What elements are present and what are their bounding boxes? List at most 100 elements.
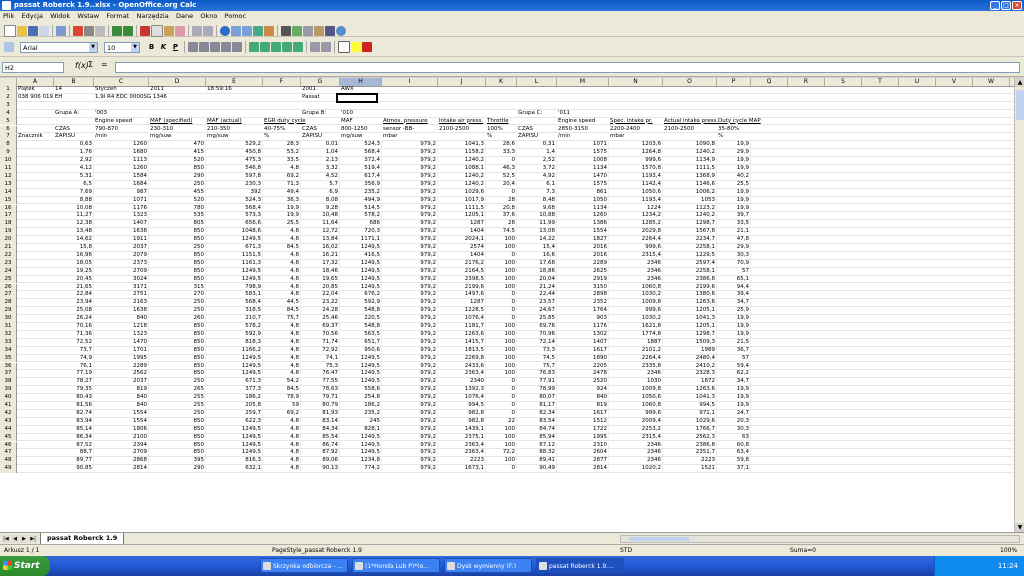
cell-j22[interactable]: 1404 <box>438 251 486 260</box>
cell-g28[interactable]: 23,22 <box>301 299 340 308</box>
cell-j38[interactable]: 2340 <box>438 378 486 387</box>
cell-h39[interactable]: 558,6 <box>340 386 382 395</box>
cell-i14[interactable]: 979,2 <box>382 188 438 197</box>
cell-i13[interactable]: 979,2 <box>382 180 438 189</box>
cell-k42[interactable]: 0 <box>486 409 517 418</box>
cell-i27[interactable]: 979,2 <box>382 291 438 300</box>
cell-l42[interactable]: 82,34 <box>517 409 557 418</box>
cell-d47[interactable]: 850 <box>149 449 206 458</box>
cell-m32[interactable]: 1302 <box>557 330 609 339</box>
cell-g34[interactable]: 72,92 <box>301 346 340 355</box>
cell-j8[interactable]: 1041,3 <box>438 141 486 150</box>
cell-k41[interactable]: 0 <box>486 402 517 410</box>
cell-c28[interactable]: 2163 <box>94 299 149 308</box>
cell-m43[interactable]: 1512 <box>557 417 609 426</box>
cell-c34[interactable]: 1701 <box>94 346 149 355</box>
cell-j18[interactable]: 1287 <box>438 220 486 229</box>
cell-h29[interactable]: 548,8 <box>340 307 382 316</box>
cell-o45[interactable]: 2562,3 <box>663 433 717 442</box>
cell-j49[interactable]: 1673,1 <box>438 465 486 474</box>
cell-d34[interactable]: 850 <box>149 346 206 355</box>
cell-k33[interactable]: 100 <box>486 338 517 347</box>
cell-k27[interactable]: 0 <box>486 291 517 300</box>
cell-f27[interactable]: 4,8 <box>263 291 301 300</box>
cell-h49[interactable]: 774,2 <box>340 465 382 474</box>
cell-k36[interactable]: 100 <box>486 362 517 371</box>
cell-h19[interactable]: 720,3 <box>340 228 382 237</box>
cell-e16[interactable]: 568,4 <box>206 204 263 213</box>
cell-e32[interactable]: 592,9 <box>206 330 263 339</box>
cell-k23[interactable]: 100 <box>486 259 517 268</box>
cell-b8[interactable]: 0,63 <box>54 141 94 150</box>
cell-h48[interactable]: 1234,8 <box>340 457 382 466</box>
cell-h27[interactable]: 676,2 <box>340 291 382 300</box>
cell-j16[interactable]: 1111,5 <box>438 204 486 213</box>
cell-n17[interactable]: 1234,2 <box>609 212 663 221</box>
column-header-i[interactable]: I <box>382 78 438 86</box>
cell-d14[interactable]: 455 <box>149 188 206 197</box>
zoom-icon[interactable] <box>325 26 335 36</box>
cell-h41[interactable]: 186,2 <box>340 402 382 410</box>
cell-p45[interactable]: 63 <box>717 433 751 442</box>
cell-m13[interactable]: 1575 <box>557 180 609 189</box>
cell-n11[interactable]: 1570,8 <box>609 165 663 173</box>
cell-h36[interactable]: 1249,5 <box>340 362 382 371</box>
cell-i41[interactable]: 979,2 <box>382 402 438 410</box>
cell-e20[interactable]: 1249,5 <box>206 236 263 244</box>
cell-e24[interactable]: 1249,5 <box>206 267 263 276</box>
cell-d40[interactable]: 255 <box>149 394 206 402</box>
cell-g10[interactable]: 2,13 <box>301 157 340 165</box>
cell-i11[interactable]: 979,2 <box>382 165 438 173</box>
cell-m12[interactable]: 1470 <box>557 172 609 181</box>
cell-o30[interactable]: 1041,3 <box>663 315 717 323</box>
font-name-box[interactable]: Arial ▼ <box>20 42 98 53</box>
undo-icon[interactable] <box>192 26 202 36</box>
cell-b24[interactable]: 19,25 <box>54 267 94 276</box>
cell-g30[interactable]: 25,46 <box>301 315 340 323</box>
cell-b19[interactable]: 13,48 <box>54 228 94 237</box>
cell-h23[interactable]: 1249,5 <box>340 259 382 268</box>
cell-c44[interactable]: 1806 <box>94 425 149 434</box>
cell-b49[interactable]: 90,85 <box>54 465 94 474</box>
cell-p27[interactable]: 39,4 <box>717 291 751 300</box>
cell-g15[interactable]: 8,08 <box>301 196 340 205</box>
cell-o32[interactable]: 1298,7 <box>663 330 717 339</box>
cell-h11[interactable]: 519,4 <box>340 165 382 173</box>
cell-k11[interactable]: 46,3 <box>486 165 517 173</box>
cell-c23[interactable]: 2373 <box>94 259 149 268</box>
cell-k29[interactable]: 0 <box>486 307 517 316</box>
cell-d41[interactable]: 255 <box>149 402 206 410</box>
cell-p42[interactable]: 24,7 <box>717 409 751 418</box>
cell-f17[interactable]: 19,9 <box>263 212 301 221</box>
row-header[interactable]: 14 <box>0 188 17 197</box>
cell-g45[interactable]: 85,54 <box>301 433 340 442</box>
cell-g23[interactable]: 17,32 <box>301 259 340 268</box>
new-document-icon[interactable] <box>4 25 16 37</box>
cell-f16[interactable]: 19,9 <box>263 204 301 213</box>
cell-p29[interactable]: 25,9 <box>717 307 751 316</box>
cell-m20[interactable]: 1827 <box>557 236 609 244</box>
row-header[interactable]: 24 <box>0 267 17 276</box>
cell-g49[interactable]: 90,13 <box>301 465 340 474</box>
borders-icon[interactable] <box>338 41 350 53</box>
cell-b43[interactable]: 83,94 <box>54 417 94 426</box>
cell-n15[interactable]: 1193,4 <box>609 196 663 205</box>
cell-g29[interactable]: 24,28 <box>301 307 340 316</box>
cell-m34[interactable]: 1617 <box>557 346 609 355</box>
cell-n14[interactable]: 1050,6 <box>609 188 663 197</box>
cell-h9[interactable]: 568,4 <box>340 149 382 158</box>
cell-f15[interactable]: 36,3 <box>263 196 301 205</box>
row-header[interactable]: 12 <box>0 172 17 181</box>
cell-h8[interactable]: 524,3 <box>340 141 382 150</box>
row-header[interactable]: 48 <box>0 457 17 466</box>
cell-n22[interactable]: 2315,4 <box>609 251 663 260</box>
cell-p15[interactable]: 19,9 <box>717 196 751 205</box>
column-header-s[interactable]: S <box>825 78 862 86</box>
cell-h18[interactable]: 686 <box>340 220 382 229</box>
cell-c30[interactable]: 840 <box>94 315 149 323</box>
cell-e44[interactable]: 1249,5 <box>206 425 263 434</box>
row-header[interactable]: 15 <box>0 196 17 205</box>
cell-k43[interactable]: 22 <box>486 417 517 426</box>
cell-o17[interactable]: 1240,2 <box>663 212 717 221</box>
cell-d44[interactable]: 850 <box>149 425 206 434</box>
